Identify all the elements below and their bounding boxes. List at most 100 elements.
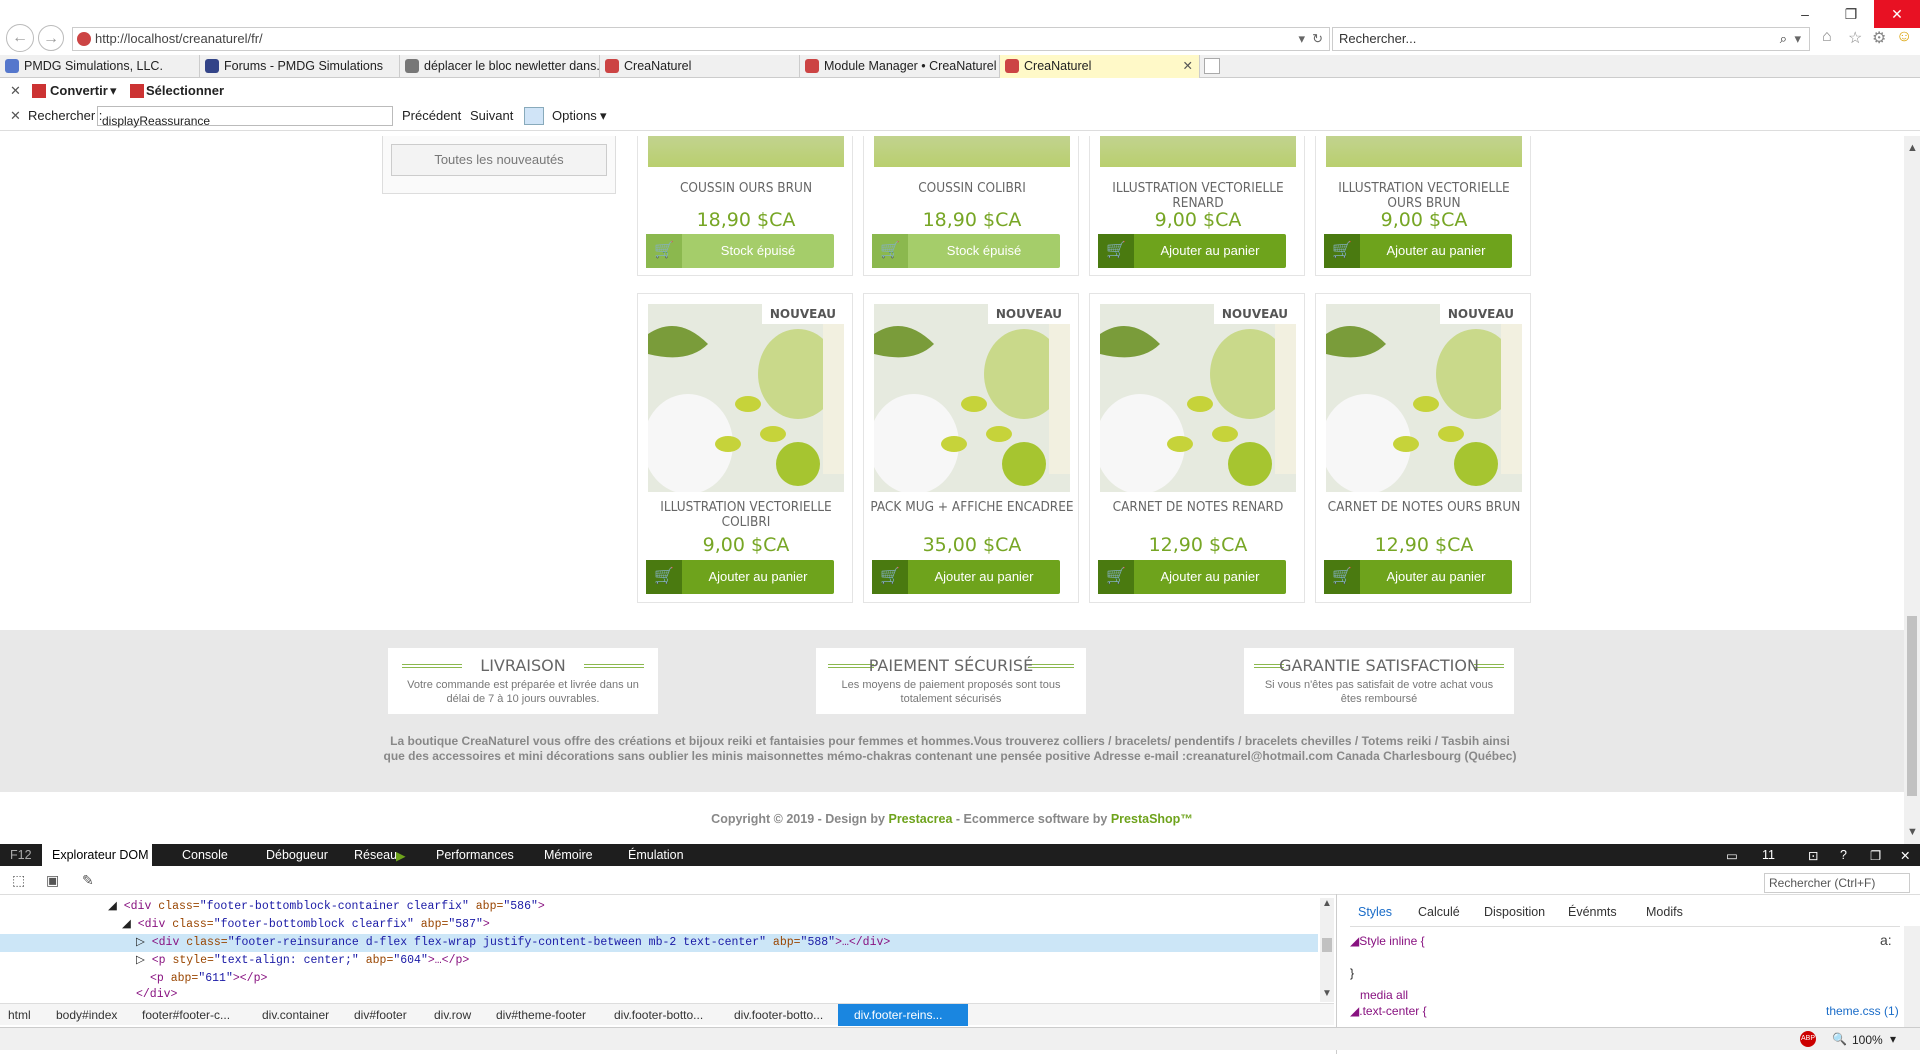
product-image[interactable] <box>648 136 844 167</box>
zoom-dropdown-icon[interactable]: ▾ <box>1890 1032 1896 1046</box>
tab-emulation[interactable]: Émulation <box>628 848 684 862</box>
breadcrumb-item[interactable]: footer#footer-c... <box>142 1008 230 1022</box>
close-toolbar-icon[interactable]: ✕ <box>10 83 21 99</box>
dom-scrollbar[interactable]: ▲ ▼ <box>1320 898 1334 1002</box>
select-element-icon[interactable]: ⬚ <box>12 872 25 889</box>
tab-pmdg[interactable]: PMDG Simulations, LLC. <box>0 55 200 78</box>
dom-node[interactable]: ◢ <div class="footer-bottomblock clearfi… <box>122 916 490 934</box>
tab-pmdg-forums[interactable]: Forums - PMDG Simulations <box>200 55 400 78</box>
expander-icon[interactable]: ▷ <box>136 936 152 949</box>
product-card[interactable]: NOUVEAU CARNET DE NOTES OURS BRUN 12,90 … <box>1315 293 1531 603</box>
all-new-products-button[interactable]: Toutes les nouveautés <box>391 144 607 176</box>
tab-memory[interactable]: Mémoire <box>544 848 593 862</box>
add-to-cart-button[interactable]: 🛒 Ajouter au panier <box>1098 560 1286 594</box>
product-image[interactable]: NOUVEAU <box>874 304 1070 492</box>
product-name[interactable]: COUSSIN OURS BRUN <box>644 181 848 196</box>
tab-computed[interactable]: Calculé <box>1418 905 1460 919</box>
breadcrumb-item[interactable]: div#footer <box>354 1008 407 1022</box>
product-image[interactable]: NOUVEAU <box>1326 304 1522 492</box>
favorites-star-icon[interactable]: ☆ <box>1848 28 1862 48</box>
convert-dropdown-icon[interactable]: ▾ <box>110 83 117 99</box>
console-toggle-icon[interactable]: ⊡ <box>1808 848 1818 863</box>
tab-module-manager[interactable]: Module Manager • CreaNaturel <box>800 55 1000 78</box>
product-card[interactable]: NOUVEAU CARNET DE NOTES RENARD 12,90 $CA… <box>1089 293 1305 603</box>
options-button[interactable]: Options <box>552 108 597 123</box>
tab-layout[interactable]: Disposition <box>1484 905 1545 919</box>
product-name[interactable]: ILLUSTRATION VECTORIELLE COLIBRI <box>644 500 848 530</box>
tab-dom-explorer[interactable]: Explorateur DOM <box>52 848 149 862</box>
restore-button[interactable]: ❐ <box>1828 0 1874 28</box>
dom-node[interactable]: ▷ <p style="text-align: center;" abp="60… <box>136 952 469 970</box>
close-tab-icon[interactable]: ✕ <box>1183 55 1193 77</box>
product-card[interactable]: ILLUSTRATION VECTORIELLE OURS BRUN 9,00 … <box>1315 136 1531 276</box>
tab-network[interactable]: Réseau <box>354 848 397 862</box>
product-card[interactable]: NOUVEAU PACK MUG + AFFICHE ENCADREE 35,0… <box>863 293 1079 603</box>
breadcrumb-item[interactable]: div.row <box>434 1008 471 1022</box>
product-card[interactable]: COUSSIN COLIBRI 18,90 $CA 🛒 Stock épuisé <box>863 136 1079 276</box>
product-name[interactable]: PACK MUG + AFFICHE ENCADREE <box>870 500 1074 515</box>
close-window-button[interactable]: ✕ <box>1874 0 1920 28</box>
undock-icon[interactable]: ❐ <box>1870 848 1881 863</box>
home-icon[interactable]: ⌂ <box>1822 28 1832 46</box>
close-devtools-icon[interactable]: ✕ <box>1900 848 1910 863</box>
dom-node[interactable]: </div> <box>136 986 177 1000</box>
adblock-icon[interactable]: ABP <box>1800 1031 1816 1047</box>
find-input[interactable]: displayReassurance <box>97 106 393 128</box>
scrollbar-thumb[interactable] <box>1322 938 1332 952</box>
doc-mode-value[interactable]: 11 <box>1762 848 1775 862</box>
add-to-cart-button[interactable]: 🛒 Ajouter au panier <box>646 560 834 594</box>
product-image[interactable] <box>874 136 1070 167</box>
zoom-level[interactable]: 100% <box>1852 1033 1883 1047</box>
scroll-up-icon[interactable]: ▲ <box>1322 898 1332 909</box>
product-card[interactable]: NOUVEAU ILLUSTRATION VECTORIELLE COLIBRI… <box>637 293 853 603</box>
style-inline-rule[interactable]: ◢Style inline { <box>1350 934 1425 948</box>
tab-performance[interactable]: Performances <box>436 848 514 862</box>
dom-find-input[interactable]: Rechercher (Ctrl+F) <box>1764 873 1910 893</box>
breadcrumb-item[interactable]: div.container <box>262 1008 329 1022</box>
tab-changes[interactable]: Modifs <box>1646 905 1683 919</box>
scroll-down-icon[interactable]: ▼ <box>1907 826 1918 838</box>
minimize-button[interactable]: – <box>1782 0 1828 28</box>
doc-mode-icon[interactable]: ▭ <box>1726 848 1738 863</box>
tab-events[interactable]: Événmts <box>1568 905 1617 919</box>
browser-search-field[interactable]: Rechercher... ⌕ ▾ <box>1332 27 1810 51</box>
product-image[interactable]: NOUVEAU <box>648 304 844 492</box>
options-dropdown-icon[interactable]: ▾ <box>600 108 607 124</box>
tab-console[interactable]: Console <box>182 848 228 862</box>
stylesheet-link[interactable]: theme.css (1) <box>1826 1004 1899 1018</box>
close-find-icon[interactable]: ✕ <box>10 108 21 124</box>
scroll-up-icon[interactable]: ▲ <box>1907 142 1918 154</box>
product-name[interactable]: ILLUSTRATION VECTORIELLE RENARD <box>1096 181 1300 211</box>
previous-button[interactable]: Précédent <box>402 108 461 123</box>
new-tab-button[interactable] <box>1204 58 1220 74</box>
expander-icon[interactable]: ▷ <box>136 954 152 967</box>
scroll-down-icon[interactable]: ▼ <box>1322 988 1332 999</box>
search-dropdown-icon[interactable]: ▾ <box>1794 28 1801 50</box>
help-icon[interactable]: ? <box>1840 848 1847 862</box>
product-card[interactable]: ILLUSTRATION VECTORIELLE RENARD 9,00 $CA… <box>1089 136 1305 276</box>
breadcrumb-item-active[interactable]: div.footer-reins... <box>838 1004 968 1026</box>
tab-deplacer[interactable]: déplacer le bloc newletter dans... <box>400 55 600 78</box>
highlight-icon[interactable] <box>524 107 544 125</box>
expander-icon[interactable]: ◢ <box>108 900 124 913</box>
product-name[interactable]: CARNET DE NOTES RENARD <box>1096 500 1300 515</box>
dom-node[interactable]: ◢ <div class="footer-bottomblock-contain… <box>108 898 545 916</box>
product-name[interactable]: CARNET DE NOTES OURS BRUN <box>1322 500 1526 515</box>
forward-button[interactable]: → <box>38 25 64 51</box>
scrollbar-thumb[interactable] <box>1907 616 1917 796</box>
prestashop-link[interactable]: PrestaShop™ <box>1111 812 1193 826</box>
tab-debugger[interactable]: Débogueur <box>266 848 328 862</box>
product-card[interactable]: COUSSIN OURS BRUN 18,90 $CA 🛒 Stock épuis… <box>637 136 853 276</box>
add-to-cart-button[interactable]: 🛒 Ajouter au panier <box>1324 560 1512 594</box>
next-button[interactable]: Suivant <box>470 108 513 123</box>
search-icon[interactable]: ⌕ <box>1780 28 1787 50</box>
product-image[interactable] <box>1100 136 1296 167</box>
tab-creanaturel-active[interactable]: CreaNaturel ✕ <box>1000 55 1200 78</box>
zoom-icon[interactable]: 🔍 <box>1832 1032 1847 1046</box>
breadcrumb-item[interactable]: html <box>8 1008 31 1022</box>
tab-styles[interactable]: Styles <box>1358 905 1392 919</box>
color-picker-icon[interactable]: ✎ <box>82 872 94 889</box>
product-name[interactable]: ILLUSTRATION VECTORIELLE OURS BRUN <box>1322 181 1526 211</box>
tab-creanaturel[interactable]: CreaNaturel <box>600 55 800 78</box>
prestacrea-link[interactable]: Prestacrea <box>888 812 952 826</box>
